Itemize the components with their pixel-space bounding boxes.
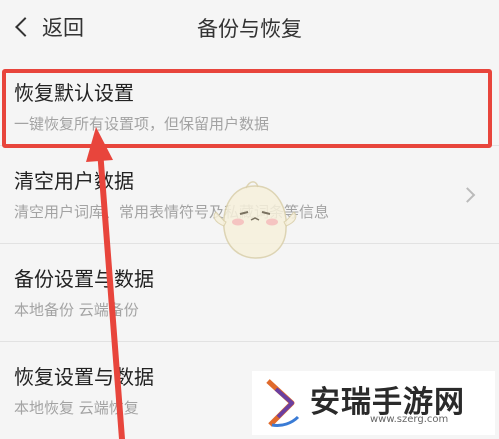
list-item-restore-defaults[interactable]: 恢复默认设置 一键恢复所有设置项，但保留用户数据 <box>0 62 499 146</box>
page-title: 备份与恢复 <box>197 17 302 41</box>
item-description: 清空用户词库、常用表情符号及私藏词条等信息 <box>14 203 330 221</box>
watermark-logo-icon <box>266 379 300 427</box>
watermark: 安瑞手游网 www.szerg.com <box>252 371 495 435</box>
watermark-url: www.szerg.com <box>370 414 449 425</box>
item-description: 本地备份 云端备份 <box>14 301 139 319</box>
item-label: 备份设置与数据 <box>14 267 154 291</box>
list-item-backup[interactable]: 备份设置与数据 本地备份 云端备份 <box>0 244 499 342</box>
item-label: 清空用户数据 <box>14 169 134 193</box>
header: 返回 备份与恢复 <box>0 0 499 56</box>
list-item-clear-user-data[interactable]: 清空用户数据 清空用户词库、常用表情符号及私藏词条等信息 <box>0 146 499 244</box>
item-label: 恢复默认设置 <box>14 81 134 105</box>
item-description: 一键恢复所有设置项，但保留用户数据 <box>14 115 270 133</box>
